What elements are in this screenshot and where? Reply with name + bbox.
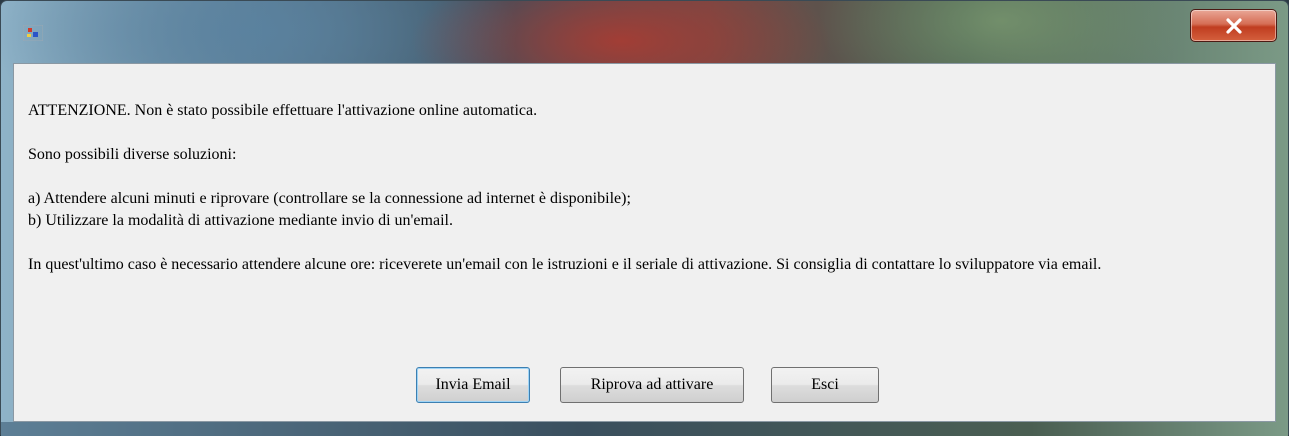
application-icon <box>23 25 43 41</box>
close-button[interactable] <box>1190 9 1277 42</box>
title-bar[interactable] <box>1 1 1288 63</box>
message-line-note: In quest'ultimo caso è necessario attend… <box>28 256 1102 273</box>
message-line-option-b: b) Utilizzare la modalità di attivazione… <box>28 212 453 229</box>
window-bottom-border <box>1 422 1288 436</box>
dialog-content: ATTENZIONE. Non è stato possibile effett… <box>13 63 1276 422</box>
message-line-option-a: a) Attendere alcuni minuti e riprovare (… <box>28 190 631 207</box>
message-line-attention: ATTENZIONE. Non è stato possibile effett… <box>28 102 538 119</box>
close-x-icon <box>1225 17 1242 34</box>
retry-activation-button[interactable]: Riprova ad attivare <box>560 367 744 403</box>
exit-button[interactable]: Esci <box>771 367 879 403</box>
message-text: ATTENZIONE. Non è stato possibile effett… <box>28 100 1258 276</box>
dialog-window: ATTENZIONE. Non è stato possibile effett… <box>0 0 1289 436</box>
send-email-button[interactable]: Invia Email <box>416 367 530 403</box>
message-line-solutions: Sono possibili diverse soluzioni: <box>28 146 237 163</box>
